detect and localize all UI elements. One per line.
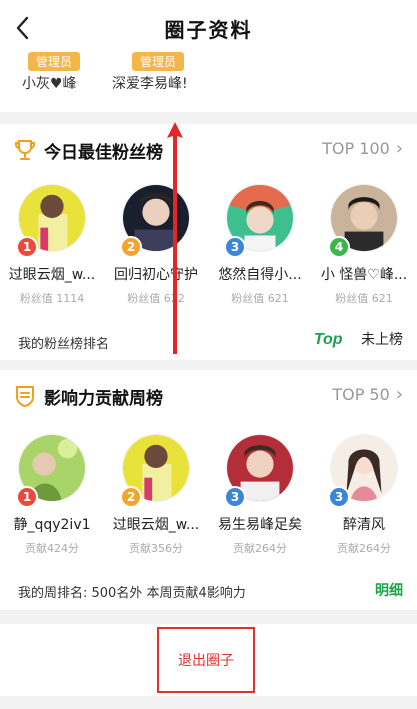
fan-name: 回归初心守护: [114, 267, 198, 283]
trophy-icon: [13, 138, 37, 162]
top-nav-bar: 圈子资料: [0, 0, 417, 56]
fan-value: 粉丝值 621: [335, 292, 393, 305]
page-title: 圈子资料: [164, 17, 253, 42]
fans-ranking-header[interactable]: 今日最佳粉丝榜 TOP 100 ›: [0, 124, 417, 176]
contrib-value: 贡献424分: [25, 542, 79, 555]
contrib-name: 静_qqy2iv1: [13, 517, 91, 533]
fans-top-label: TOP 100: [322, 139, 390, 158]
rank-badge: 4: [328, 236, 350, 258]
rank-badge: 2: [120, 236, 142, 258]
fans-ranking-card: 今日最佳粉丝榜 TOP 100 › 1 过眼云烟_w... 粉丝值 1114 2: [0, 124, 417, 360]
rank-badge: 3: [224, 486, 246, 508]
fan-name: 小 怪兽♡峰...: [320, 267, 408, 283]
shield-icon: [13, 384, 37, 408]
fan-item[interactable]: 4 小 怪兽♡峰... 粉丝值 621: [312, 184, 416, 306]
rank-badge: 3: [224, 236, 246, 258]
contrib-value: 贡献264分: [233, 542, 287, 555]
top-label: Top: [313, 331, 343, 348]
admin-name: 深爱李易峰!: [112, 76, 188, 92]
fan-value: 粉丝值 622: [127, 292, 185, 305]
contrib-ranking-header[interactable]: 影响力贡献周榜 TOP 50 ›: [0, 370, 417, 422]
my-fans-rank-value: 未上榜: [361, 332, 403, 348]
fan-item[interactable]: 1 过眼云烟_w... 粉丝值 1114: [0, 184, 104, 306]
fans-ranking-title: 今日最佳粉丝榜: [44, 143, 163, 163]
rank-badge: 2: [120, 486, 142, 508]
admin-badge: 管理员: [28, 52, 81, 71]
admin-badge: 管理员: [132, 52, 185, 71]
fan-item[interactable]: 2 回归初心守护 粉丝值 622: [104, 184, 208, 306]
fan-name: 悠然自得小...: [218, 267, 302, 283]
admin-list: 管理员 小灰♥峰 管理员 深爱李易峰!: [0, 52, 417, 112]
fans-top-link[interactable]: TOP 100 ›: [322, 138, 403, 159]
fan-value: 粉丝值 621: [231, 292, 289, 305]
detail-label: 明细: [375, 583, 403, 599]
contrib-top-label: TOP 50: [332, 385, 390, 404]
contrib-item[interactable]: 3 易生易峰足矣 贡献264分: [208, 434, 312, 556]
contrib-name: 易生易峰足矣: [218, 517, 302, 533]
contrib-value: 贡献356分: [129, 542, 183, 555]
back-arrow-icon[interactable]: [12, 15, 36, 41]
contrib-item[interactable]: 1 静_qqy2iv1 贡献424分: [0, 434, 104, 556]
contrib-item[interactable]: 2 过眼云烟_w... 贡献356分: [104, 434, 208, 556]
detail-link[interactable]: 明细: [375, 580, 403, 600]
contrib-ranking-card: 影响力贡献周榜 TOP 50 › 1 静_qqy2iv1 贡献424分 2 过眼…: [0, 370, 417, 610]
contrib-name: 醉清风: [343, 517, 385, 533]
fan-name: 过眼云烟_w...: [8, 267, 96, 283]
my-fans-rank: Top 未上榜: [314, 329, 403, 349]
contrib-item[interactable]: 3 醉清风 贡献264分: [312, 434, 416, 556]
exit-section: 退出圈子: [0, 624, 417, 696]
contrib-ranking-title: 影响力贡献周榜: [44, 389, 163, 409]
fan-value: 粉丝值 1114: [19, 292, 85, 305]
fan-item[interactable]: 3 悠然自得小... 粉丝值 621: [208, 184, 312, 306]
contrib-top-link[interactable]: TOP 50 ›: [332, 384, 403, 405]
admin-name: 小灰♥峰: [22, 76, 77, 92]
rank-badge: 3: [328, 486, 350, 508]
contrib-name: 过眼云烟_w...: [112, 517, 200, 533]
chevron-right-icon: ›: [395, 138, 403, 159]
rank-badge: 1: [16, 236, 38, 258]
exit-circle-button[interactable]: 退出圈子: [157, 627, 255, 693]
my-week-rank: 我的周排名: 500名外 本周贡献4影响力: [18, 586, 246, 601]
chevron-right-icon: ›: [395, 384, 403, 405]
rank-badge: 1: [16, 486, 38, 508]
contrib-value: 贡献264分: [337, 542, 391, 555]
my-fans-rank-label: 我的粉丝榜排名: [18, 337, 110, 352]
